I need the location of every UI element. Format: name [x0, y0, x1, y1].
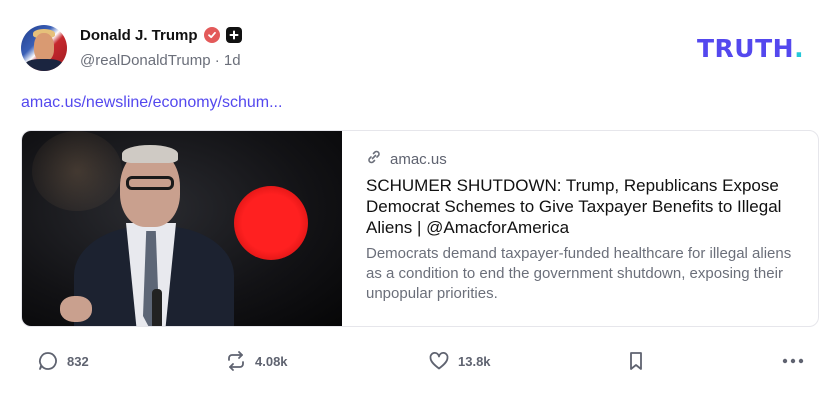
like-count: 13.8k — [458, 353, 491, 369]
thumbnail-glasses — [126, 176, 174, 190]
post-actions-bar: 832 4.08k 13.8k — [0, 346, 840, 376]
logo-dot: . — [794, 34, 805, 63]
reply-count: 832 — [67, 353, 89, 369]
more-icon — [782, 358, 804, 364]
author-avatar[interactable] — [21, 25, 67, 71]
retruth-icon — [228, 351, 244, 371]
like-button[interactable]: 13.8k — [428, 346, 491, 376]
heart-icon — [429, 352, 449, 370]
separator-dot: · — [214, 52, 224, 69]
avatar-face — [34, 33, 54, 61]
post-link[interactable]: amac.us/newsline/economy/schum... — [21, 94, 282, 112]
link-preview-card[interactable]: amac.us SCHUMER SHUTDOWN: Trump, Republi… — [21, 130, 819, 327]
reply-button[interactable]: 832 — [37, 346, 89, 376]
card-title: SCHUMER SHUTDOWN: Trump, Republicans Exp… — [366, 176, 782, 237]
author-handle[interactable]: @realDonaldTrump — [80, 52, 211, 69]
author-handle-row: @realDonaldTrump · 1d — [80, 52, 241, 69]
truth-logo[interactable]: TRUTH. — [697, 34, 804, 63]
retruth-count: 4.08k — [255, 353, 288, 369]
more-options-button[interactable] — [781, 346, 805, 376]
post-timestamp[interactable]: 1d — [224, 52, 241, 69]
thumbnail-hand — [60, 296, 92, 322]
logo-text: TRUTH — [697, 34, 795, 63]
thumbnail-mic — [152, 289, 162, 326]
card-body: amac.us SCHUMER SHUTDOWN: Trump, Republi… — [342, 131, 818, 326]
thumbnail-red-light — [234, 186, 308, 260]
link-icon — [366, 149, 382, 170]
card-domain-row: amac.us — [366, 149, 800, 169]
author-display-name[interactable]: Donald J. Trump — [80, 27, 198, 44]
card-description: Democrats demand taxpayer-funded healthc… — [366, 245, 792, 302]
retruth-button[interactable]: 4.08k — [225, 346, 288, 376]
verified-badge-icon — [203, 27, 220, 43]
avatar-suit — [25, 59, 63, 71]
bookmark-button[interactable] — [626, 346, 646, 376]
bookmark-icon — [630, 352, 642, 370]
plus-badge-icon — [225, 27, 242, 43]
thumbnail-hair — [122, 145, 178, 163]
card-thumbnail — [22, 131, 342, 326]
thumbnail-bg-light — [32, 131, 122, 211]
card-domain: amac.us — [390, 150, 447, 168]
reply-icon — [39, 352, 57, 370]
author-name-row: Donald J. Trump — [80, 25, 242, 45]
